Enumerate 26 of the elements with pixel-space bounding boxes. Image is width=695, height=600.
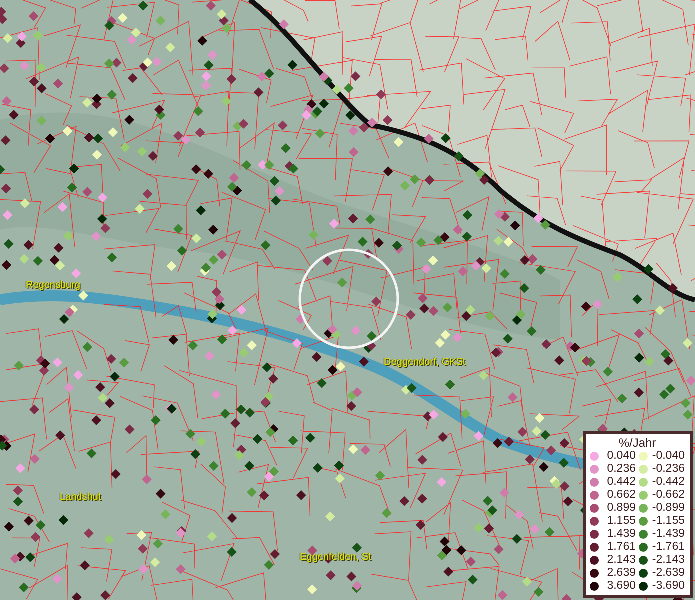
legend-label: 1.761 [606, 541, 636, 554]
legend-label: -0.899 [651, 502, 685, 515]
legend-label: -1.761 [651, 541, 685, 554]
legend-label: 2.143 [606, 554, 636, 567]
legend-label: -1.155 [651, 515, 685, 528]
legend-label: 0.662 [606, 489, 636, 502]
legend-label: -1.439 [651, 528, 685, 541]
legend-label: -2.639 [651, 567, 685, 580]
legend-label: -2.143 [651, 554, 685, 567]
place-label: Regensburg [26, 280, 80, 291]
legend-label: 1.155 [606, 515, 636, 528]
legend-label: -0.236 [651, 463, 685, 476]
legend-label: 2.639 [606, 567, 636, 580]
legend-title: %/Jahr [618, 436, 658, 450]
legend-label: 0.899 [606, 502, 636, 515]
legend-label: -3.690 [651, 580, 685, 593]
legend-label: -0.040 [651, 450, 685, 463]
legend-label: -0.442 [651, 476, 685, 489]
legend-label: 0.442 [606, 476, 636, 489]
legend-label: 3.690 [606, 580, 636, 593]
legend-label: 0.040 [606, 450, 636, 463]
place-label: Deggendorf, GKSt [384, 357, 466, 368]
legend-label: 0.236 [606, 463, 636, 476]
legend-label: -0.662 [651, 489, 685, 502]
legend-label: 1.439 [606, 528, 636, 541]
place-label: Landshut [60, 492, 102, 503]
